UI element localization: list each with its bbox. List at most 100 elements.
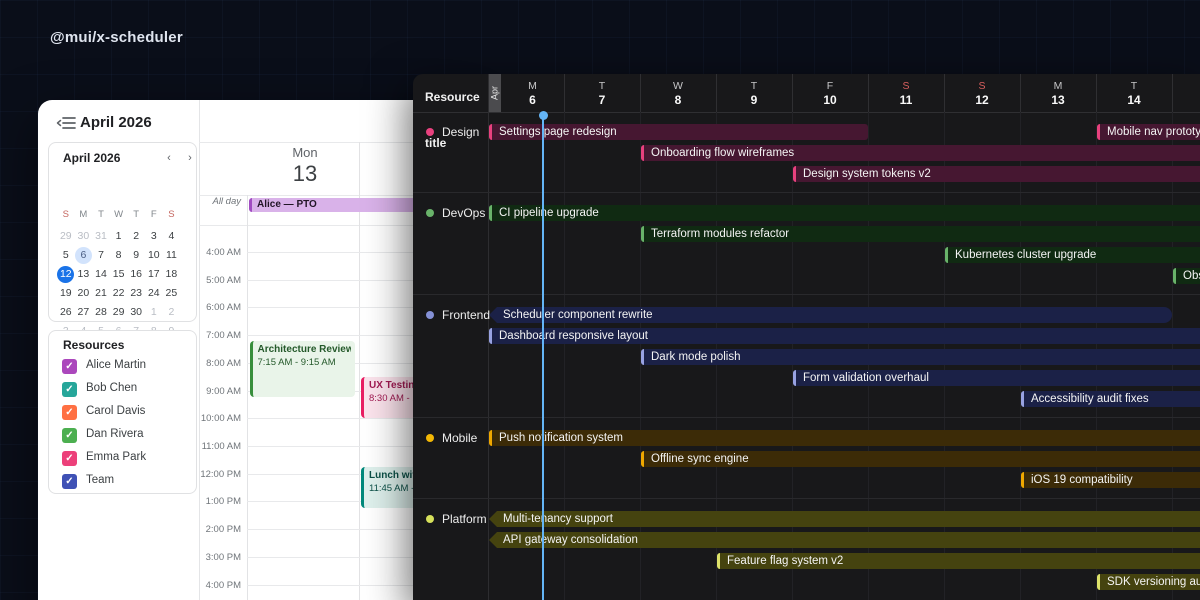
resource-name: Carol Davis (86, 405, 145, 417)
timeline-event-bar[interactable]: Mobile nav prototype (1097, 124, 1200, 140)
resource-list-item[interactable]: ✓ Bob Chen (49, 379, 198, 399)
timeline-event-bar[interactable]: Push notification system (489, 430, 1200, 446)
weekday-label: W (110, 209, 128, 220)
hour-label: 12:00 PM (199, 469, 241, 480)
timeline-event-bar[interactable]: Dashboard responsive layout (489, 328, 1200, 344)
timeline-event-bar[interactable]: Accessibility audit fixes (1021, 391, 1200, 407)
mini-calendar-day[interactable]: 1 (145, 303, 163, 322)
mini-calendar-day[interactable]: 3 (145, 227, 163, 246)
timeline-event-bar[interactable]: iOS 19 compatibility (1021, 472, 1200, 488)
resource-list-item[interactable]: ✓Emma Park (49, 448, 198, 468)
mini-calendar-day[interactable]: 2 (163, 303, 181, 322)
header-column-line (944, 74, 945, 112)
mini-calendar-day[interactable]: 31 (92, 227, 110, 246)
resource-list-item[interactable]: ✓Alice Martin (49, 356, 198, 376)
mini-calendar-day-selected[interactable]: 12 (57, 265, 75, 284)
resource-checkbox[interactable]: ✓ (62, 405, 77, 420)
mini-calendar-day[interactable]: 27 (75, 303, 93, 322)
mini-calendar-day[interactable]: 11 (163, 246, 181, 265)
mini-calendar-day[interactable]: 25 (163, 284, 181, 303)
section-divider (413, 498, 1200, 499)
resource-color-dot (426, 434, 434, 442)
header-column-line (868, 74, 869, 112)
resource-name: Team (86, 474, 114, 486)
mini-calendar-day[interactable]: 20 (75, 284, 93, 303)
weekday-label: S (163, 209, 181, 220)
day-event[interactable]: Architecture Review7:15 AM - 9:15 AM (250, 341, 355, 397)
resource-checkbox[interactable]: ✓ (62, 451, 77, 466)
mini-calendar-day[interactable]: 18 (163, 265, 181, 284)
timeline-event-bar[interactable]: Feature flag system v2 (717, 553, 1200, 569)
timeline-event-bar[interactable]: Form validation overhaul (793, 370, 1200, 386)
mini-calendar-day[interactable]: 9 (127, 246, 145, 265)
resource-name: Bob Chen (86, 382, 137, 394)
resource-checkbox[interactable]: ✓ (62, 382, 77, 397)
hour-label: 5:00 AM (199, 275, 241, 286)
mini-calendar-day[interactable]: 14 (92, 265, 110, 284)
timeline-event-bar[interactable]: Observability stack (1173, 268, 1200, 284)
day-header-cell: T14 (1096, 74, 1172, 112)
timeline-event-bar[interactable]: CI pipeline upgrade (489, 205, 1200, 221)
timeline-event-bar[interactable]: Onboarding flow wireframes (641, 145, 1200, 161)
resource-checkbox[interactable]: ✓ (62, 359, 77, 374)
mini-calendar-day[interactable]: 15 (110, 265, 128, 284)
mini-calendar: April 2026 ‹ › SMTWTFS 29303112345678910… (48, 142, 197, 322)
mini-calendar-day[interactable]: 8 (110, 246, 128, 265)
mini-calendar-day[interactable]: 13 (75, 265, 93, 284)
timeline-event-bar[interactable]: Scheduler component rewrite (489, 307, 1172, 323)
timeline-event-bar[interactable]: Offline sync engine (641, 451, 1200, 467)
mini-calendar-day[interactable]: 19 (57, 284, 75, 303)
mini-calendar-day[interactable]: 16 (127, 265, 145, 284)
sidebar-collapse-button[interactable] (55, 115, 77, 133)
resource-list-item[interactable]: ✓ Team (49, 471, 198, 491)
resource-list-item[interactable]: ✓ Carol Davis (49, 402, 198, 422)
header-column-line (1172, 74, 1173, 112)
current-time-line (542, 112, 544, 600)
timeline-panel: Resource title Apr M6T7W8T9F10S11S12M13T… (413, 74, 1200, 600)
mini-calendar-day[interactable]: 24 (145, 284, 163, 303)
resource-name: Dan Rivera (86, 428, 144, 440)
weekday-label: M (75, 209, 93, 220)
resource-checkbox[interactable]: ✓ (62, 474, 77, 489)
mini-calendar-day[interactable]: 21 (92, 284, 110, 303)
mini-calendar-day[interactable]: 10 (145, 246, 163, 265)
timeline-event-bar[interactable]: Kubernetes cluster upgrade (945, 247, 1200, 263)
day-header-cell: M6 (501, 74, 564, 112)
day-header-cell: T7 (564, 74, 640, 112)
mini-calendar-day[interactable]: 30 (75, 227, 93, 246)
hour-label: 6:00 AM (199, 302, 241, 313)
timeline-event-bar[interactable]: Multi-tenancy support (489, 511, 1200, 527)
mini-calendar-day[interactable]: 1 (110, 227, 128, 246)
all-day-label: All day (201, 196, 241, 207)
resource-list-item[interactable]: ✓ Dan Rivera (49, 425, 198, 445)
timeline-event-bar[interactable]: Design system tokens v2 (793, 166, 1200, 182)
resources-title: Resources (63, 338, 124, 352)
mini-calendar-day[interactable]: 22 (110, 284, 128, 303)
mini-calendar-day[interactable]: 30 (127, 303, 145, 322)
next-month-button[interactable]: › (182, 150, 198, 166)
timeline-event-bar[interactable]: Dark mode polish (641, 349, 1200, 365)
mini-calendar-day[interactable]: 29 (110, 303, 128, 322)
mini-calendar-day[interactable]: 26 (57, 303, 75, 322)
hour-label: 11:00 AM (199, 441, 241, 452)
timeline-resource-label: Platform (413, 509, 488, 529)
mini-calendar-day[interactable]: 17 (145, 265, 163, 284)
prev-month-button[interactable]: ‹ (161, 150, 177, 166)
mini-calendar-day[interactable]: 23 (127, 284, 145, 303)
day-view-weekday: Mon (199, 145, 411, 160)
timeline-event-bar[interactable]: SDK versioning automation (1097, 574, 1200, 590)
mini-calendar-day[interactable]: 2 (127, 227, 145, 246)
mini-calendar-day[interactable]: 7 (92, 246, 110, 265)
mini-calendar-day[interactable]: 4 (163, 227, 181, 246)
timeline-event-bar[interactable]: API gateway consolidation (489, 532, 1200, 548)
weekday-label: T (127, 209, 145, 220)
timeline-event-bar[interactable]: Settings page redesign (489, 124, 868, 140)
mini-calendar-day[interactable]: 29 (57, 227, 75, 246)
resource-checkbox[interactable]: ✓ (62, 428, 77, 443)
mini-calendar-day[interactable]: 28 (92, 303, 110, 322)
mini-calendar-day[interactable]: 5 (57, 246, 75, 265)
timeline-event-bar[interactable]: Terraform modules refactor (641, 226, 1200, 242)
day-header-cell: S11 (868, 74, 944, 112)
mini-calendar-day-today[interactable]: 6 (75, 246, 93, 265)
timeline-resource-label: Mobile (413, 428, 488, 448)
